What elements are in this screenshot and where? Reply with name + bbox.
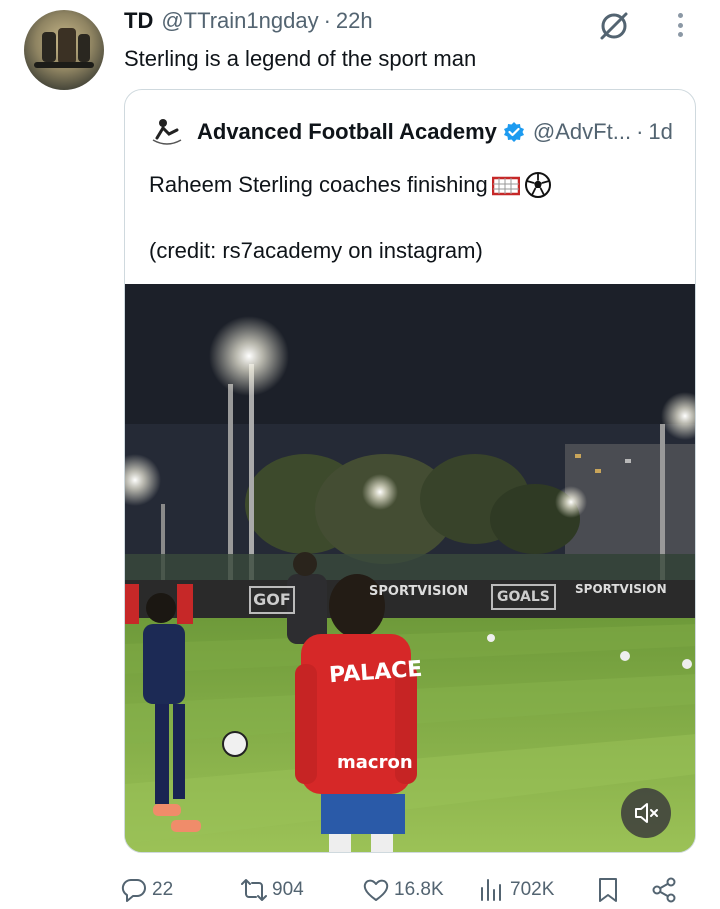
muted-speaker-icon (635, 803, 658, 823)
reply-count: 22 (152, 879, 174, 900)
post-actions-bar: 22 904 16.8K 702K (120, 872, 690, 908)
quoted-post-time[interactable]: 1d (648, 119, 672, 145)
post-time[interactable]: 22h (336, 8, 373, 34)
post-text: Sterling is a legend of the sport man (124, 46, 477, 71)
video-player[interactable]: GOF SPORTVISION GOALS SPORTVISION PALACE… (125, 284, 695, 852)
mute-button[interactable] (621, 788, 671, 838)
separator-dot: · (636, 119, 644, 144)
more-options-icon[interactable] (668, 10, 692, 40)
author-handle[interactable]: @TTrain1ngday (161, 8, 318, 34)
verified-badge-icon (503, 122, 524, 142)
share-button[interactable] (650, 872, 682, 908)
like-button[interactable]: 16.8K (362, 872, 444, 908)
author-avatar[interactable] (24, 10, 104, 90)
repost-icon (241, 879, 267, 901)
ad-board-3: GOALS (491, 584, 556, 610)
author-name[interactable]: TD (124, 8, 153, 34)
ad-board-4: SPORTVISION (575, 582, 667, 596)
soccer-ball-emoji-icon (524, 172, 552, 198)
jersey-sponsor: macron (337, 752, 413, 773)
quoted-post-header: Advanced Football Academy @AdvFt... · 1d (149, 116, 673, 148)
ad-board-2: SPORTVISION (369, 584, 469, 599)
repost-count: 904 (272, 879, 304, 900)
view-count: 702K (510, 879, 555, 900)
quoted-post-text-line1: Raheem Sterling coaches finishing (149, 172, 552, 198)
grok-icon[interactable] (596, 8, 632, 44)
analytics-icon (481, 879, 501, 901)
post-header: TD @TTrain1ngday · 22h (124, 8, 373, 38)
reply-button[interactable]: 22 (120, 872, 173, 908)
academy-logo-icon[interactable] (149, 116, 185, 148)
views-button[interactable]: 702K (478, 872, 554, 908)
quoted-author-handle[interactable]: @AdvFt... (533, 119, 631, 145)
heart-icon (363, 879, 389, 901)
quoted-post[interactable]: Advanced Football Academy @AdvFt... · 1d… (124, 89, 696, 853)
repost-button[interactable]: 904 (240, 872, 304, 908)
reply-icon (121, 878, 146, 902)
quoted-author-name[interactable]: Advanced Football Academy (197, 119, 497, 145)
separator-dot: · (323, 8, 331, 33)
like-count: 16.8K (394, 879, 444, 900)
bookmark-icon (599, 878, 617, 902)
ad-board-1: GOF (249, 586, 295, 614)
bookmark-button[interactable] (594, 872, 626, 908)
quoted-text: Raheem Sterling coaches finishing (149, 172, 488, 197)
share-icon (652, 877, 676, 903)
quoted-post-credit: (credit: rs7academy on instagram) (149, 238, 483, 263)
goal-net-emoji-icon (491, 172, 520, 198)
